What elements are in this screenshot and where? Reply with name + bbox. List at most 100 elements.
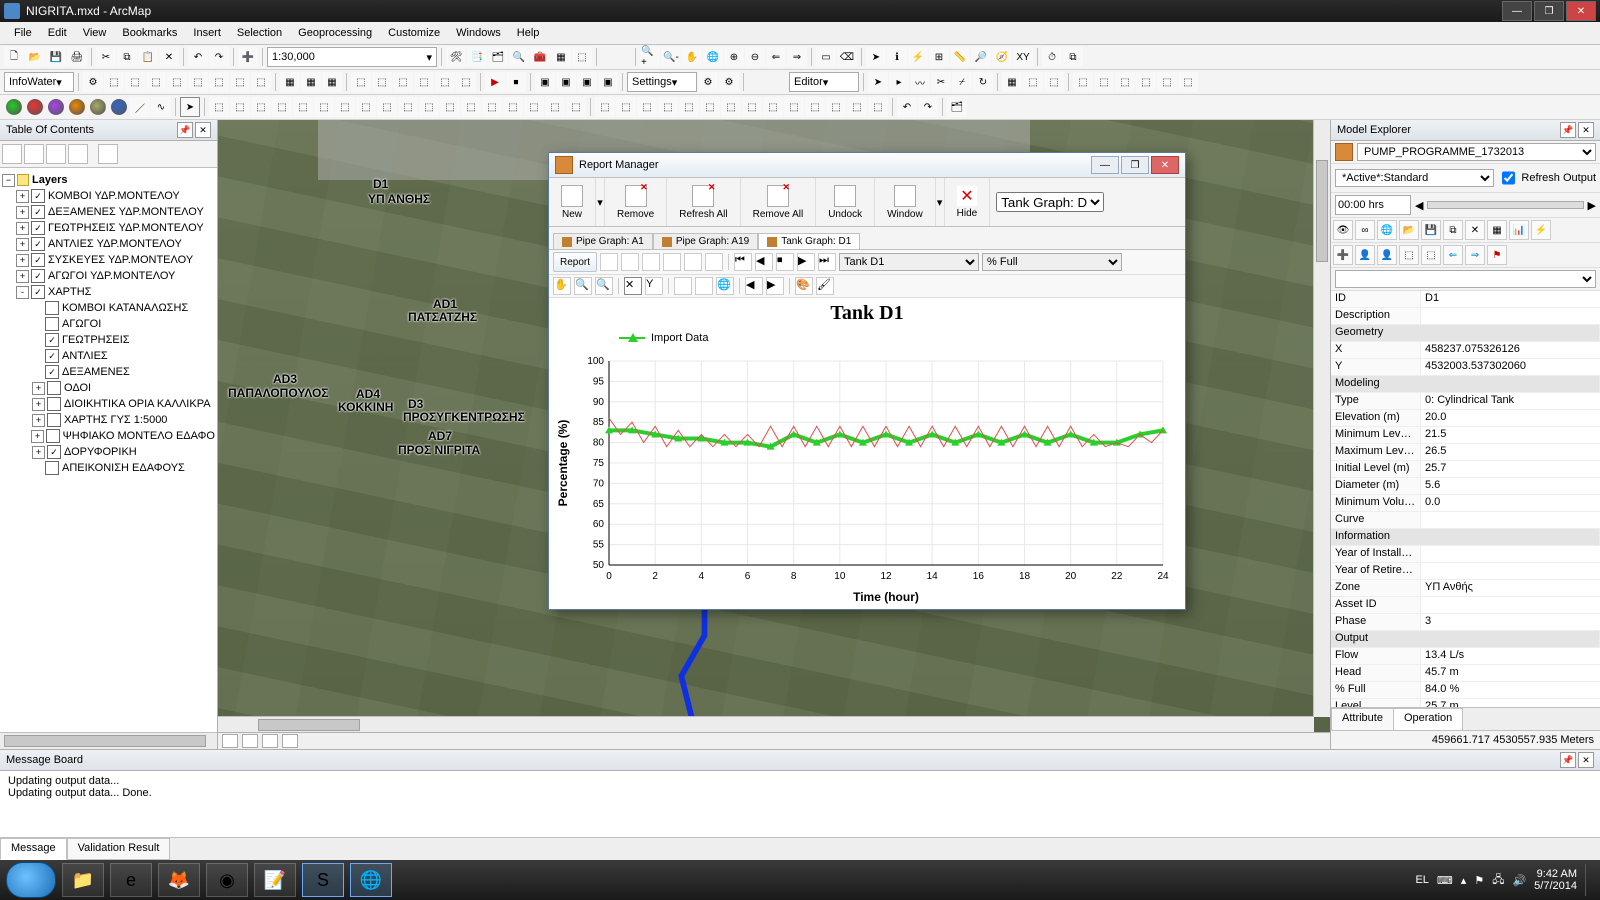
fixed-zoom-out-icon[interactable]: ⊖ [745,47,765,67]
t3-icon-1[interactable]: ⬚ [209,97,229,117]
iw-output-2[interactable]: ▣ [556,72,576,92]
layoutview-icon[interactable] [242,734,258,748]
rm-t2-next[interactable]: ▶ [766,277,784,295]
layer-item[interactable]: ΑΠΕΙΚΟΝΙΣΗ ΕΔΑΦΟΥΣ [2,460,215,476]
property-row[interactable]: Minimum Volume (m3)0.0 [1331,495,1600,512]
layer-item[interactable]: ΚΟΜΒΟΙ ΚΑΤΑΝΑΛΩΣΗΣ [2,300,215,316]
rm-graph-select[interactable]: Tank Graph: D1 [996,192,1104,212]
add-data-icon[interactable]: ➕ [238,47,258,67]
rm-nav-stop[interactable]: ⏹ [776,253,794,271]
rm-tank-select[interactable]: Tank D1 [839,253,979,271]
line-curve-icon[interactable]: ∿ [151,97,171,117]
property-row[interactable]: Diameter (m)5.6 [1331,478,1600,495]
redo-icon[interactable]: ↷ [209,47,229,67]
edit-more-1[interactable]: ⬚ [1073,72,1093,92]
mex-tb1-1[interactable]: 👁 [1333,220,1353,240]
property-row[interactable]: Output [1331,631,1600,648]
t3-icon-25[interactable]: ⬚ [721,97,741,117]
layer-item[interactable]: +ΧΑΡΤΗΣ ΓΥΣ 1:5000 [2,412,215,428]
property-row[interactable]: Initial Level (m)25.7 [1331,461,1600,478]
property-row[interactable]: ZoneΥΠ Ανθής [1331,580,1600,597]
programme-select[interactable]: PUMP_PROGRAMME_1732013 [1357,143,1596,161]
layer-item[interactable]: ΔΕΞΑΜΕΝΕΣ [2,364,215,380]
iw-icon-8[interactable]: ⬚ [230,72,250,92]
t3-icon-18[interactable]: ⬚ [566,97,586,117]
find-icon[interactable]: 🔎 [971,47,991,67]
ie-icon[interactable]: e [110,863,152,897]
rm-tool-6[interactable] [705,253,723,271]
sketch-props-icon[interactable]: ⬚ [1023,72,1043,92]
menu-customize[interactable]: Customize [380,24,448,42]
dataview-icon[interactable] [222,734,238,748]
iw-icon-9[interactable]: ⬚ [251,72,271,92]
mex-tb1-3[interactable]: 🌐 [1377,220,1397,240]
t3-icon-4[interactable]: ⬚ [272,97,292,117]
iw-view-3[interactable]: ▦ [322,72,342,92]
editor-toolbar-icon[interactable]: 🛠 [446,47,466,67]
rm-nav-next[interactable]: ▶ [797,253,815,271]
zoom-out-icon[interactable]: 🔍- [661,47,681,67]
rm-zoom-out-icon[interactable]: 🔍 [595,277,613,295]
clock[interactable]: 9:42 AM 5/7/2014 [1534,868,1577,892]
scenario-select[interactable]: *Active*:Standard [1335,169,1494,187]
msg-pin-icon[interactable]: 📌 [1560,752,1576,768]
layer-item[interactable]: +ΑΓΩΓΟΙ ΥΔΡ.ΜΟΝΤΕΛΟΥ [2,268,215,284]
rm-nav-first[interactable]: ⏮ [734,253,752,271]
t3-icon-19[interactable]: ⬚ [595,97,615,117]
property-row[interactable]: % Full84.0 % [1331,682,1600,699]
t3-icon-23[interactable]: ⬚ [679,97,699,117]
rm-t2-2[interactable] [695,277,713,295]
node-olive-icon[interactable] [90,99,106,115]
property-row[interactable]: Description [1331,308,1600,325]
rm-zoom-in-icon[interactable]: 🔍 [574,277,592,295]
property-row[interactable]: Modeling [1331,376,1600,393]
rm-t2-1[interactable] [674,277,692,295]
edit-rotate-icon[interactable]: ↻ [973,72,993,92]
mex-tb1-4[interactable]: 📂 [1399,220,1419,240]
toc-list-by-selection-icon[interactable] [68,144,88,164]
action-center-icon[interactable]: ⚑ [1474,874,1484,887]
rm-crosshair-icon[interactable]: ✕ [624,277,642,295]
rm-new-dropdown[interactable]: ▾ [596,178,605,226]
print-icon[interactable]: 🖨 [67,47,87,67]
measure-icon[interactable]: 📏 [950,47,970,67]
rm-maximize[interactable]: ❐ [1121,156,1149,174]
rm-tool-5[interactable] [684,253,702,271]
notepad-icon[interactable]: 📝 [254,863,296,897]
rm-hide-button[interactable]: ✕Hide [945,178,991,226]
create-viewer-icon[interactable]: ⧉ [1063,47,1083,67]
tray-up-icon[interactable]: ▴ [1461,874,1467,887]
arcmap-taskbar-icon[interactable]: 🌐 [350,863,392,897]
mex-tb2-1[interactable]: ➕ [1333,245,1353,265]
mex-tb1-6[interactable]: ⧉ [1443,220,1463,240]
t3-icon-24[interactable]: ⬚ [700,97,720,117]
t3-icon-28[interactable]: ⬚ [784,97,804,117]
iw-output-1[interactable]: ▣ [535,72,555,92]
pan-icon[interactable]: ✋ [682,47,702,67]
skype-icon[interactable]: S [302,863,344,897]
layer-tree[interactable]: −Layers+ΚΟΜΒΟΙ ΥΔΡ.ΜΟΝΤΕΛΟΥ+ΔΕΞΑΜΕΝΕΣ ΥΔ… [0,168,217,732]
property-row[interactable]: Geometry [1331,325,1600,342]
t3-redo[interactable]: ↷ [918,97,938,117]
property-row[interactable]: Level25.7 m [1331,699,1600,707]
t3-icon-9[interactable]: ⬚ [377,97,397,117]
iw-output-3[interactable]: ▣ [577,72,597,92]
toc-pin-icon[interactable]: 📌 [177,122,193,138]
rm-tool-3[interactable] [642,253,660,271]
t3-icon-21[interactable]: ⬚ [637,97,657,117]
lang-indicator[interactable]: EL [1415,874,1428,886]
toc-list-by-drawing-icon[interactable] [2,144,22,164]
t3-icon-11[interactable]: ⬚ [419,97,439,117]
property-row[interactable]: Asset ID [1331,597,1600,614]
layer-item[interactable]: +ΔΕΞΑΜΕΝΕΣ ΥΔΡ.ΜΟΝΤΕΛΟΥ [2,204,215,220]
rm-close[interactable]: ✕ [1151,156,1179,174]
mex-tb1-5[interactable]: 💾 [1421,220,1441,240]
model-builder-icon[interactable]: ⬚ [572,47,592,67]
next-extent-icon[interactable]: ⇒ [787,47,807,67]
rm-refresh-all-button[interactable]: Refresh All [667,178,740,226]
layer-item[interactable]: ΑΓΩΓΟΙ [2,316,215,332]
property-row[interactable]: Maximum Level (m)26.5 [1331,444,1600,461]
prev-extent-icon[interactable]: ⇐ [766,47,786,67]
hyperlink-icon[interactable]: ⚡ [908,47,928,67]
open-icon[interactable]: 📂 [25,47,45,67]
